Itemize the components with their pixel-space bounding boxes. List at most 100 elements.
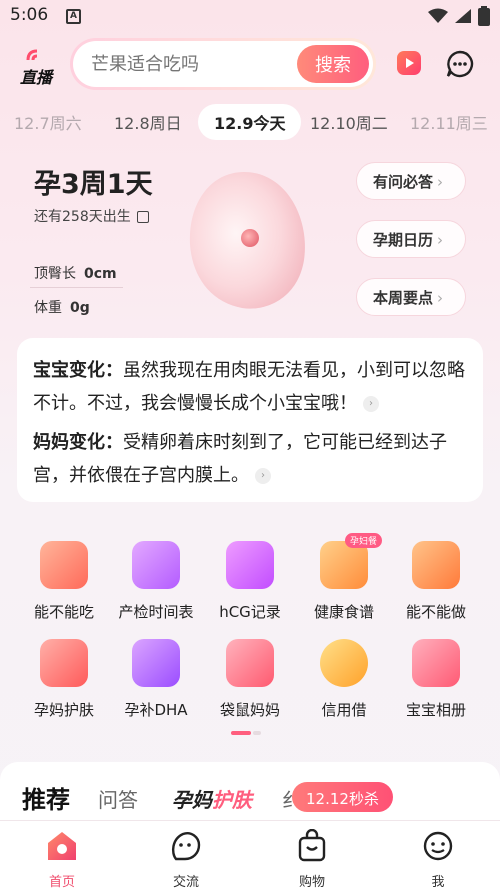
chevron-right-icon: ›: [437, 172, 444, 191]
checkup-schedule-icon: [132, 541, 180, 589]
tool-credit-loan[interactable]: 信用借: [294, 639, 394, 720]
metric-value: 0g: [70, 300, 90, 316]
skincare-icon: [40, 639, 88, 687]
tool-label: 袋鼠妈妈: [219, 701, 280, 719]
baby-change[interactable]: 宝宝变化：虽然我现在用肉眼无法看见，小到可以忽略不计。不过，我会慢慢长成个小宝宝…: [33, 354, 467, 420]
date-tab[interactable]: 12.11周三: [410, 110, 488, 134]
page-indicator: [231, 731, 261, 735]
short-video-icon[interactable]: [396, 49, 422, 77]
shopping-bag-icon: [298, 828, 326, 862]
mom-change[interactable]: 妈妈变化：受精卵着床时刻到了，它可能已经到达子宫，并依偎在子宫内膜上。 ›: [33, 426, 467, 492]
pregnancy-calendar-button[interactable]: 孕期日历 ›: [356, 220, 466, 258]
tool-kangaroo-mom[interactable]: 袋鼠妈妈: [200, 639, 300, 720]
page-dot-active: [231, 731, 251, 735]
bowl-search-icon: [40, 541, 88, 589]
chevron-right-icon: ›: [255, 468, 271, 484]
tab-recommend[interactable]: 推荐: [22, 780, 70, 815]
tools-grid: 能不能吃 产检时间表 hCG记录 孕妇餐 健康食谱 能不能做 孕妈护肤 孕补DH…: [0, 533, 500, 735]
tool-hcg-record[interactable]: hCG记录: [200, 541, 300, 622]
status-bar: 5:06 A: [0, 0, 500, 34]
search-bar: 搜索: [70, 38, 376, 90]
baby-change-label: 宝宝变化：: [33, 360, 123, 381]
pregnancy-summary: 孕3周1天 还有258天出生 顶臀长 0cm 体重 0g 有问必答 › 孕期日历 › 本…: [0, 150, 500, 340]
nav-label: 购物: [298, 875, 325, 888]
tool-dha[interactable]: 孕补DHA: [106, 639, 206, 720]
date-tab[interactable]: 12.8周日: [114, 110, 182, 134]
live-signal-icon: [26, 49, 38, 61]
app-notification-icon: A: [66, 9, 81, 24]
tab-qa[interactable]: 问答: [98, 784, 138, 813]
hcg-record-icon: [226, 541, 274, 589]
photo-album-icon: [412, 639, 460, 687]
community-icon: [171, 832, 201, 861]
tab-profile[interactable]: 我: [398, 829, 478, 888]
metric-label: 顶臀长: [34, 266, 76, 282]
tool-label: 产检时间表: [118, 603, 194, 621]
page-dot: [253, 731, 261, 735]
tab-skincare[interactable]: 孕妈护肤: [172, 784, 252, 813]
edit-icon: [136, 211, 149, 223]
tool-label: 孕妈护肤: [33, 701, 94, 719]
status-time: 5:06: [10, 5, 49, 25]
mom-change-label: 妈妈变化：: [33, 432, 123, 453]
tab-home[interactable]: 首页: [22, 829, 102, 888]
tool-label: hCG记录: [219, 603, 281, 621]
battery-icon: [478, 6, 490, 26]
hand-question-icon: [412, 541, 460, 589]
crown-rump-length: 顶臀长 0cm: [34, 263, 117, 283]
recipe-badge: 孕妇餐: [344, 533, 382, 548]
recommend-section: 推荐 问答 孕妈护肤 纟 12.12秒杀: [0, 762, 500, 822]
date-tab-today[interactable]: 12.9今天: [198, 104, 302, 140]
metric-value: 0cm: [84, 266, 117, 282]
tool-label: 孕补DHA: [124, 701, 188, 719]
tool-can-do[interactable]: 能不能做: [386, 541, 486, 622]
weight: 体重 0g: [34, 297, 90, 317]
divider: [30, 287, 123, 288]
signal-icon: [455, 9, 471, 23]
flash-sale-badge[interactable]: 12.12秒杀: [292, 782, 393, 812]
status-indicators: [428, 6, 490, 26]
chevron-right-icon: ›: [437, 230, 444, 249]
development-card: 宝宝变化：虽然我现在用肉眼无法看见，小到可以忽略不计。不过，我会慢慢长成个小宝宝…: [17, 338, 483, 502]
search-button[interactable]: 搜索: [297, 45, 369, 83]
due-text: 还有258天出生: [34, 209, 131, 225]
tool-label: 宝宝相册: [405, 701, 466, 719]
chef-hat-icon: 孕妇餐: [320, 533, 382, 589]
search-input[interactable]: [91, 51, 291, 77]
metric-label: 体重: [34, 300, 62, 316]
tool-baby-album[interactable]: 宝宝相册: [386, 639, 486, 720]
tool-skincare[interactable]: 孕妈护肤: [14, 639, 114, 720]
qa-button[interactable]: 有问必答 ›: [356, 162, 466, 200]
pregnancy-week: 孕3周1天: [34, 169, 153, 200]
top-bar: 直播 搜索: [0, 34, 500, 94]
credit-coin-icon: [320, 639, 368, 687]
date-tab[interactable]: 12.7周六: [14, 110, 82, 134]
tab-shopping[interactable]: 购物: [272, 828, 352, 888]
nav-label: 我: [431, 875, 445, 888]
nav-label: 交流: [172, 875, 199, 888]
bottom-tab-bar: 首页 交流 购物 我: [0, 820, 500, 888]
tool-label: 健康食谱: [313, 603, 374, 621]
tool-label: 能不能做: [405, 603, 466, 621]
weekly-tips-button[interactable]: 本周要点 ›: [356, 278, 466, 316]
date-selector: 12.7周六 12.8周日 12.9今天 12.10周二 12.11周三: [0, 104, 500, 140]
live-label: 直播: [20, 68, 53, 87]
due-countdown[interactable]: 还有258天出生: [34, 206, 149, 226]
tab-community[interactable]: 交流: [146, 829, 226, 888]
chevron-right-icon: ›: [437, 288, 444, 307]
kangaroo-bottle-icon: [226, 639, 274, 687]
tool-label: 能不能吃: [33, 603, 94, 621]
live-button[interactable]: 直播: [20, 48, 60, 88]
home-icon: [48, 832, 76, 860]
date-tab[interactable]: 12.10周二: [310, 110, 388, 134]
tool-can-eat[interactable]: 能不能吃: [14, 541, 114, 622]
embryo-illustration: [189, 172, 305, 309]
chevron-right-icon: ›: [363, 396, 379, 412]
profile-icon: [423, 831, 453, 861]
tool-checkup-schedule[interactable]: 产检时间表: [106, 541, 206, 622]
tool-label: 信用借: [321, 701, 367, 719]
dha-icon: [132, 639, 180, 687]
tool-healthy-recipes[interactable]: 孕妇餐 健康食谱: [294, 533, 394, 622]
nav-label: 首页: [48, 875, 75, 888]
message-icon[interactable]: [446, 50, 474, 78]
